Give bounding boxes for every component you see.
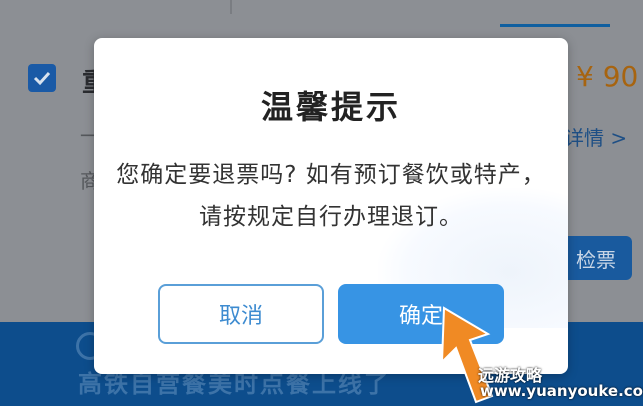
check-ticket-button[interactable]: 检票 [560,236,632,280]
background-tab-underline [500,24,610,27]
refund-confirm-dialog: 温馨提示 您确定要退票吗? 如有预订餐饮或特产，请按规定自行办理退订。 取消 确… [94,38,568,374]
dialog-message: 您确定要退票吗? 如有预订餐饮或特产，请按规定自行办理退订。 [116,162,546,230]
checkbox-checked-icon[interactable] [28,64,56,92]
background-divider [230,0,232,14]
watermark-url: www.yuanyouke.com [480,382,643,400]
dialog-title: 温馨提示 [260,88,401,126]
ticket-price: ¥ 90 [576,60,639,93]
detail-link[interactable]: 详情 > [564,122,627,151]
cancel-button[interactable]: 取消 [158,284,324,344]
